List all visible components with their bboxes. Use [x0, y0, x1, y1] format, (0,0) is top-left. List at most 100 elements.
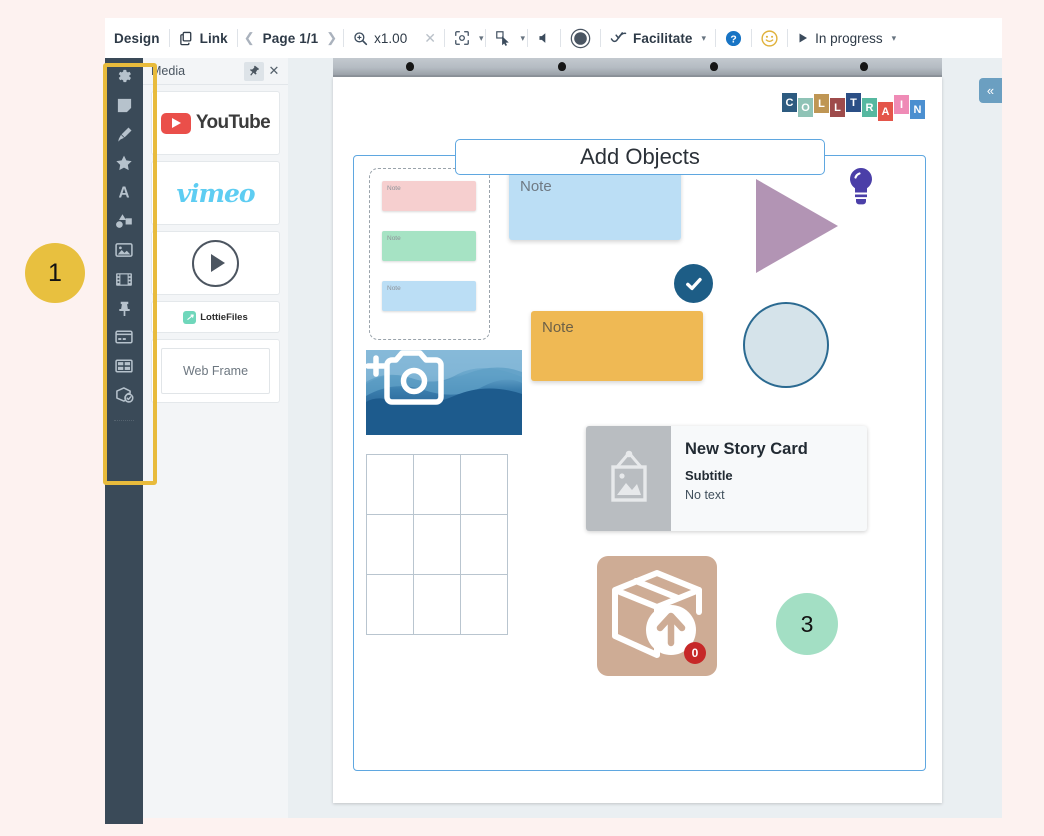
fit-to-screen-button[interactable]: ▾ [445, 18, 486, 58]
package-upload-tile[interactable]: 0 [597, 556, 717, 676]
circle-shape[interactable] [743, 302, 829, 388]
help-question-icon: ? [725, 30, 742, 47]
image-frame-icon [586, 426, 671, 531]
rail-item-sticky-note[interactable] [105, 93, 143, 122]
rail-item-table[interactable] [105, 354, 143, 383]
callout-marker-3-label: 3 [801, 611, 814, 638]
table-cell[interactable] [460, 574, 508, 635]
sticky-note-group[interactable]: Note Note Note [369, 168, 490, 340]
board-pin [860, 62, 868, 71]
rail-item-shapes[interactable] [105, 209, 143, 238]
sticky-note-blue[interactable]: Note [509, 170, 681, 240]
status-dropdown[interactable]: In progress ▾ [788, 18, 905, 58]
table-cell[interactable] [413, 454, 461, 515]
whiteboard[interactable]: COLLTRAIN Add Objects Note Note Note [333, 77, 942, 803]
select-caret-icon[interactable]: ▾ [520, 33, 525, 44]
pin-icon [116, 300, 133, 322]
link-button[interactable]: Link [170, 18, 237, 58]
story-card-title: New Story Card [685, 440, 867, 459]
rail-item-text[interactable]: A [105, 180, 143, 209]
facilitate-check-icon [610, 31, 627, 46]
link-button-label: Link [200, 31, 228, 46]
page-indicator: Page 1/1 [261, 18, 321, 58]
table-cell[interactable] [366, 514, 414, 575]
media-item-web-frame[interactable]: Web Frame [151, 339, 280, 403]
media-item-lottiefiles[interactable]: ↗ LottieFiles [151, 301, 280, 333]
next-page-button[interactable]: ❯ [320, 30, 343, 46]
mini-sticky-note[interactable]: Note [382, 281, 476, 311]
record-circle-icon [570, 28, 591, 49]
table-cell[interactable] [366, 454, 414, 515]
logo-letter: C [782, 93, 797, 112]
logo-letter: R [862, 98, 877, 117]
package-check-icon [115, 386, 134, 409]
status-caret-icon[interactable]: ▾ [892, 33, 897, 44]
mini-sticky-note-label: Note [387, 235, 401, 242]
fit-caret-icon[interactable]: ▾ [479, 33, 484, 44]
rail-item-video[interactable] [105, 267, 143, 296]
zoom-level-label: x1.00 [374, 31, 407, 46]
media-item-youtube-label: YouTube [196, 112, 270, 134]
table-cell[interactable] [460, 454, 508, 515]
lightbulb-icon[interactable] [844, 166, 878, 213]
collapse-panel-button[interactable]: « [979, 78, 1002, 103]
image-placeholder[interactable] [366, 350, 522, 435]
mini-sticky-note-label: Note [387, 285, 401, 292]
rail-item-favorite[interactable] [105, 151, 143, 180]
media-panel-title: Media [151, 64, 244, 78]
magnifier-plus-icon [353, 31, 368, 46]
zoom-reset-button[interactable]: ✕ [416, 30, 444, 47]
table-grid-icon [115, 358, 133, 379]
close-icon[interactable]: ✕ [264, 62, 284, 81]
facilitate-caret-icon[interactable]: ▾ [702, 33, 707, 44]
table-cell[interactable] [413, 574, 461, 635]
rail-item-package[interactable] [105, 383, 143, 412]
check-badge[interactable] [674, 264, 713, 303]
record-button[interactable] [561, 18, 600, 58]
zoom-control[interactable]: x1.00 [344, 18, 416, 58]
rail-item-settings[interactable] [105, 64, 143, 93]
canvas-area[interactable]: COLLTRAIN Add Objects Note Note Note [288, 58, 1002, 818]
mini-sticky-note[interactable]: Note [382, 231, 476, 261]
design-button-label: Design [114, 31, 160, 46]
rail-item-pin[interactable] [105, 296, 143, 325]
marker-pen-icon [116, 126, 133, 148]
emoji-button[interactable] [752, 18, 787, 58]
triangle-shape[interactable] [756, 179, 838, 273]
mini-sticky-note[interactable]: Note [382, 181, 476, 211]
pin-icon[interactable] [244, 62, 264, 81]
sticky-note-blue-label: Note [520, 178, 552, 195]
logo-letter: T [846, 93, 861, 112]
logo-letter: I [894, 95, 909, 114]
table-grid[interactable] [366, 454, 507, 634]
rail-item-marker[interactable] [105, 122, 143, 151]
sticky-note-orange-label: Note [542, 319, 574, 336]
media-panel-header: Media ✕ [143, 58, 288, 85]
rail-item-image[interactable] [105, 238, 143, 267]
sound-button[interactable] [528, 18, 560, 58]
image-icon [115, 241, 133, 264]
play-circle-icon [192, 240, 239, 287]
objects-frame[interactable]: Note Note Note Note Note [353, 155, 926, 771]
select-tool-button[interactable]: ▾ [486, 18, 527, 58]
status-label: In progress [815, 31, 883, 46]
logo-letter: L [830, 98, 845, 117]
star-icon [115, 154, 133, 177]
prev-page-button[interactable]: ❮ [238, 30, 261, 46]
design-button[interactable]: Design [105, 18, 169, 58]
table-cell[interactable] [366, 574, 414, 635]
story-card[interactable]: New Story Card Subtitle No text [586, 426, 867, 531]
media-item-youtube[interactable]: YouTube [151, 91, 280, 155]
board-rail [333, 58, 942, 77]
facilitate-button[interactable]: Facilitate ▾ [601, 18, 715, 58]
media-item-vimeo[interactable]: vimeo [151, 161, 280, 225]
media-item-video[interactable] [151, 231, 280, 295]
board-title[interactable]: Add Objects [455, 139, 825, 175]
table-cell[interactable] [413, 514, 461, 575]
rail-item-card[interactable] [105, 325, 143, 354]
board-pin [558, 62, 566, 71]
help-button[interactable]: ? [716, 18, 751, 58]
table-cell[interactable] [460, 514, 508, 575]
card-icon [115, 329, 133, 350]
sticky-note-orange[interactable]: Note [531, 311, 703, 381]
